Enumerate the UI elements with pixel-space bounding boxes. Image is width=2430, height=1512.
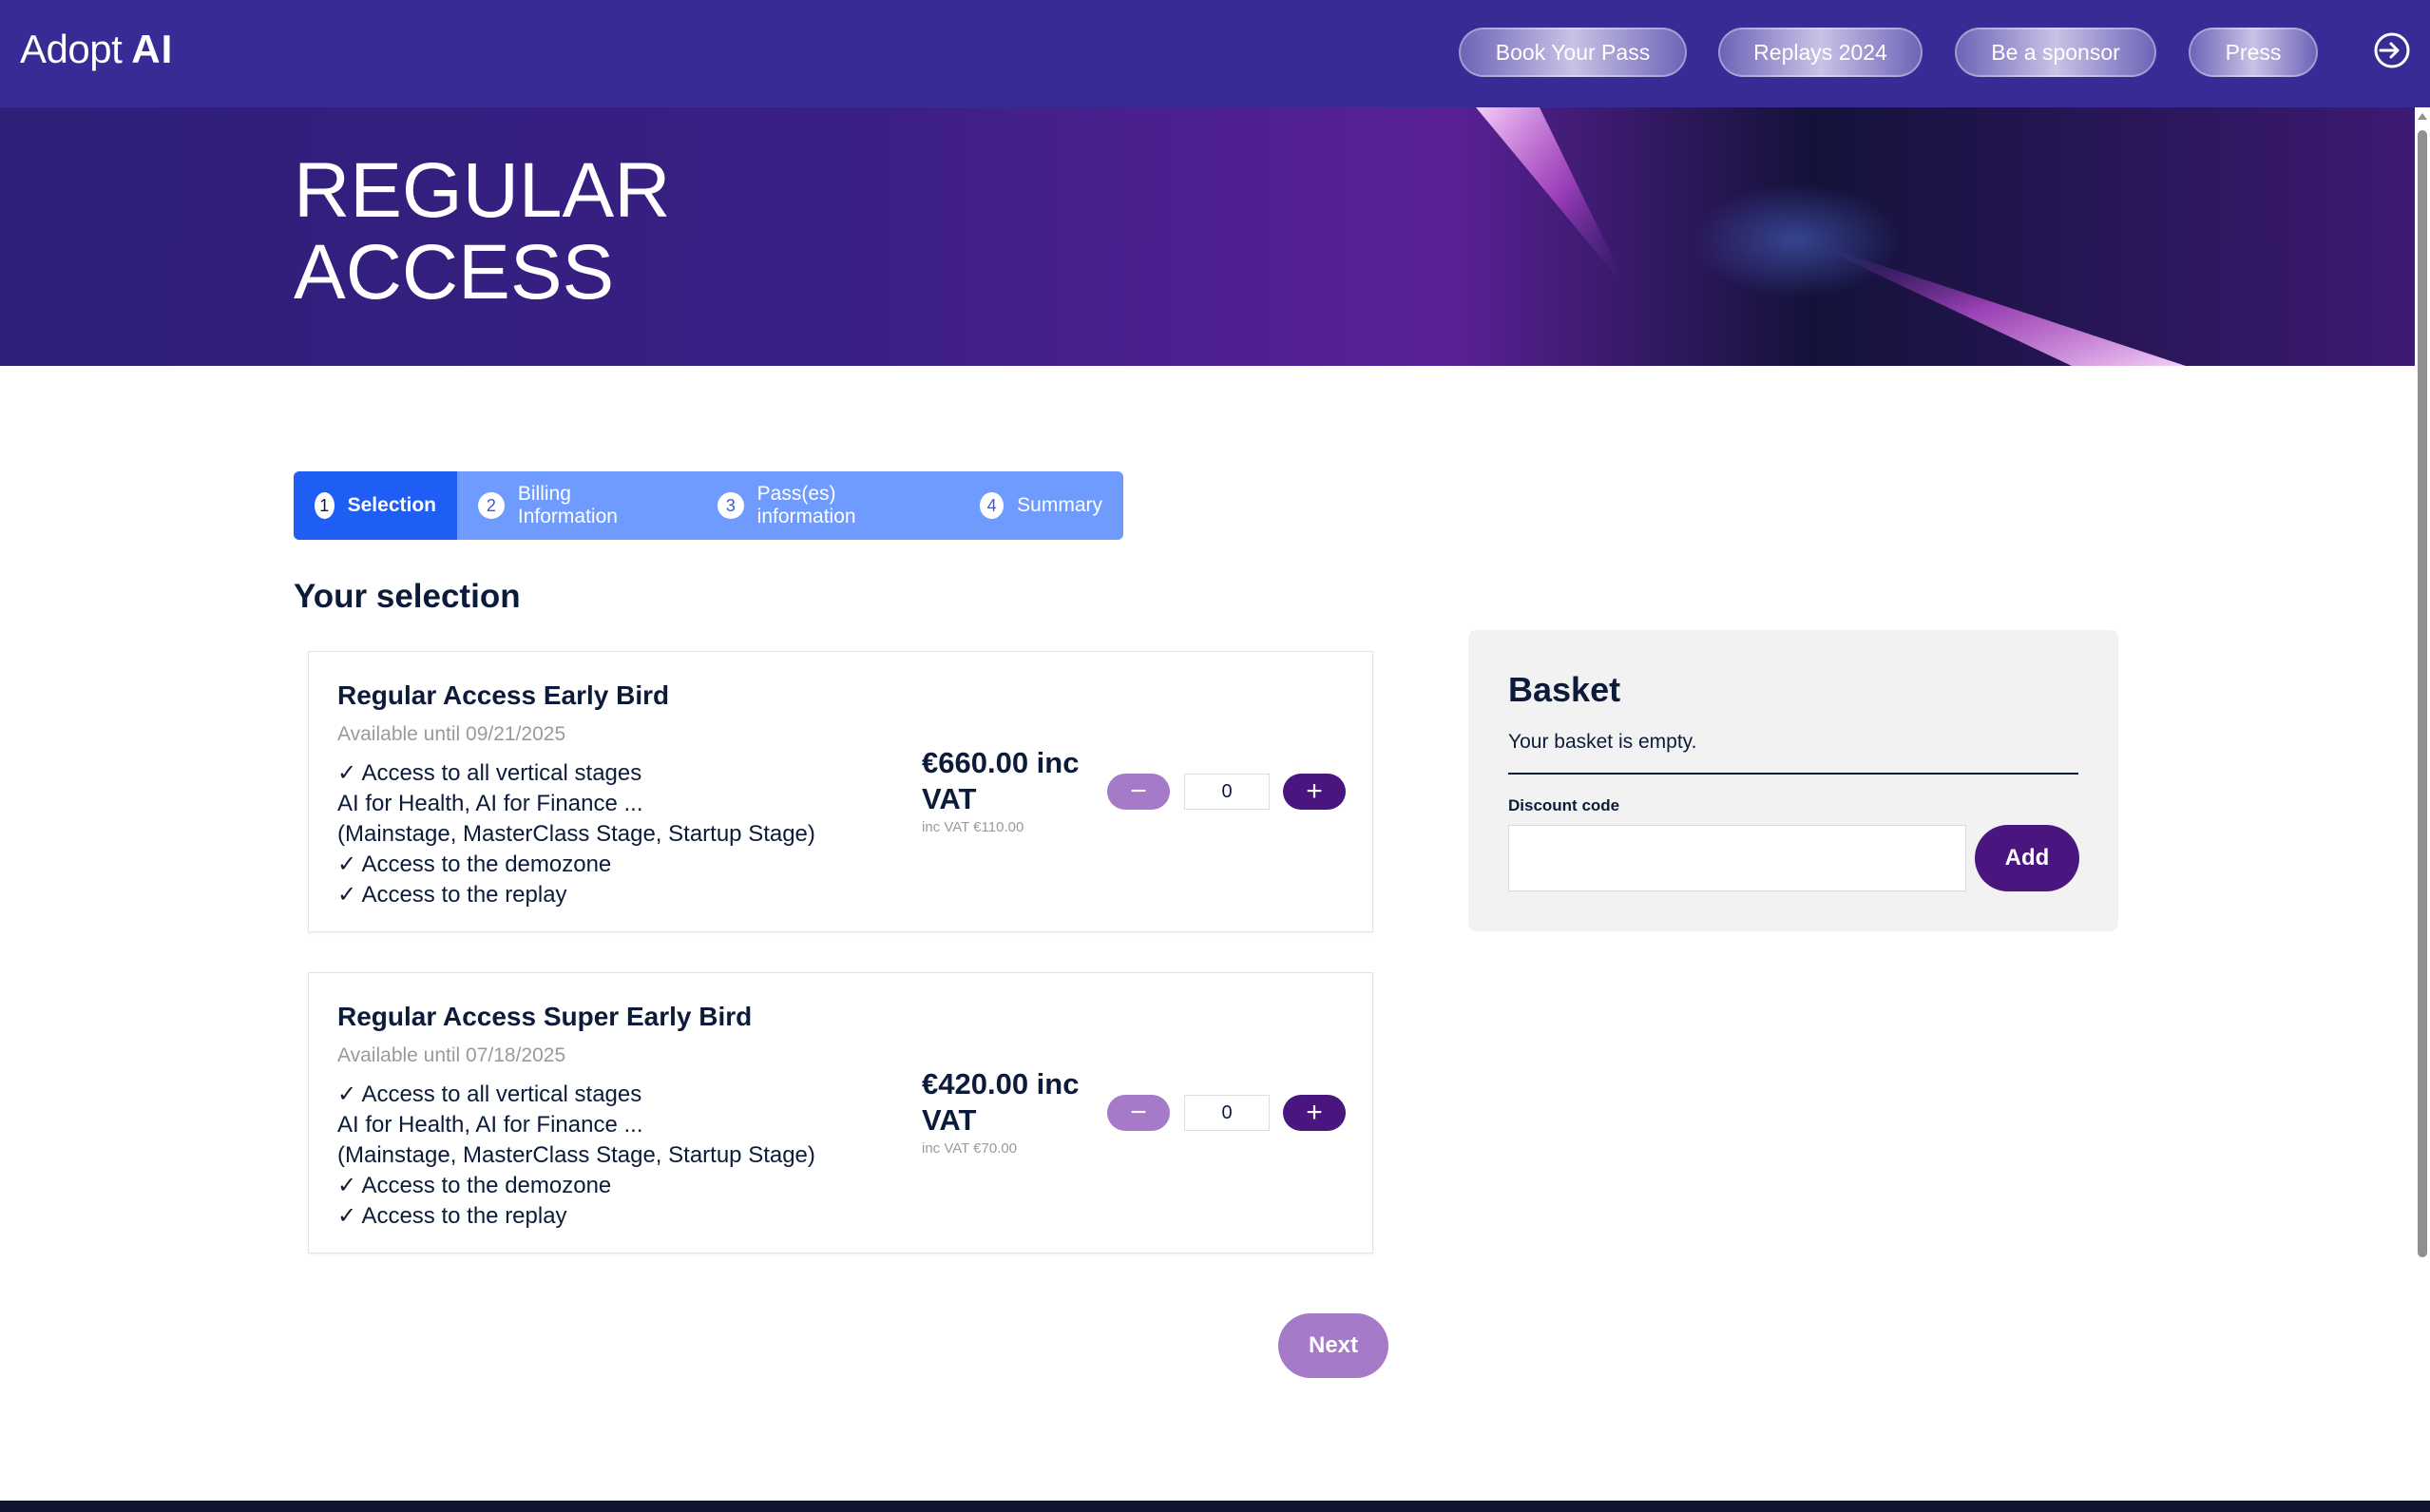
decrease-quantity-button[interactable]: − [1107,1095,1170,1131]
increase-quantity-button[interactable]: + [1283,1095,1346,1131]
your-selection-heading: Your selection [294,578,521,615]
basket-panel: Basket Your basket is empty. Discount co… [1468,630,2118,931]
product-name: Regular Access Super Early Bird [337,1002,753,1031]
feature-item: ✓ Access to the replay [337,882,567,908]
product-vat: inc VAT €70.00 [922,1140,1018,1157]
product-availability: Available until 07/18/2025 [337,1044,566,1066]
increase-quantity-button[interactable]: + [1283,774,1346,810]
feature-item: ✓ Access to all vertical stages [337,1081,642,1107]
discount-code-input[interactable] [1508,825,1966,891]
page-title-line-2: ACCESS [294,229,615,316]
product-features: ✓ Access to all vertical stages AI for H… [337,759,815,911]
feature-item: ✓ Access to all vertical stages [337,760,642,786]
page-title: REGULAR ACCESS [294,150,670,314]
nav-press[interactable]: Press [2189,28,2318,77]
product-price: €420.00 inc VAT [922,1067,1080,1137]
discount-code-label: Discount code [1508,796,1620,814]
product-price: €660.00 inc VAT [922,746,1080,815]
scrollbar-thumb[interactable] [2418,130,2427,1257]
nav-be-a-sponsor[interactable]: Be a sponsor [1955,28,2156,77]
step-label: Summary [1017,494,1102,516]
footer-edge [0,1501,2430,1512]
step-selection[interactable]: 1 Selection [294,471,457,540]
product-features: ✓ Access to all vertical stages AI for H… [337,1081,815,1233]
feature-item: (Mainstage, MasterClass Stage, Startup S… [337,1142,815,1168]
login-icon[interactable] [2373,31,2411,69]
checkout-stepper: 1 Selection 2 Billing Information 3 Pass… [294,471,1123,540]
product-vat: inc VAT €110.00 [922,819,1024,835]
basket-empty-text: Your basket is empty. [1508,731,1697,753]
hero-banner: REGULAR ACCESS [0,107,2415,366]
basket-title: Basket [1508,670,1621,709]
product-card: Regular Access Super Early Bird Availabl… [308,972,1373,1254]
logo-mark: AI [131,27,174,71]
logo-text: Adopt [20,27,123,71]
quantity-input[interactable] [1184,774,1270,810]
product-availability: Available until 09/21/2025 [337,723,566,745]
feature-item: ✓ Access to the demozone [337,1173,612,1198]
page-title-line-1: REGULAR [294,147,671,234]
step-label: Pass(es) information [756,483,856,527]
step-summary[interactable]: 4 Summary [959,471,1123,540]
step-number: 3 [718,492,744,519]
step-number: 2 [478,492,505,519]
step-billing-information[interactable]: 2 Billing Information [457,471,697,540]
feature-item: ✓ Access to the demozone [337,852,612,877]
add-discount-button[interactable]: Add [1975,825,2079,891]
step-number: 1 [315,492,335,519]
scroll-up-arrow-icon[interactable] [2416,110,2429,124]
feature-item: AI for Health, AI for Finance ... [337,1112,643,1138]
nav-replays-2024[interactable]: Replays 2024 [1718,28,1923,77]
step-passes-information[interactable]: 3 Pass(es) information [697,471,959,540]
quantity-input[interactable] [1184,1095,1270,1131]
adopt-ai-logo[interactable]: Adopt AI [20,21,173,78]
divider [1508,773,2078,775]
feature-item: AI for Health, AI for Finance ... [337,791,643,816]
decrease-quantity-button[interactable]: − [1107,774,1170,810]
step-label: Billing Information [517,483,618,527]
nav-book-your-pass[interactable]: Book Your Pass [1459,28,1687,77]
product-card: Regular Access Early Bird Available unti… [308,651,1373,932]
product-name: Regular Access Early Bird [337,680,670,710]
feature-item: (Mainstage, MasterClass Stage, Startup S… [337,821,815,847]
top-navigation: Adopt AI Book Your Pass Replays 2024 Be … [0,0,2430,107]
feature-item: ✓ Access to the replay [337,1203,567,1229]
next-button[interactable]: Next [1278,1313,1388,1378]
step-number: 4 [980,492,1005,519]
step-label: Selection [347,494,436,516]
